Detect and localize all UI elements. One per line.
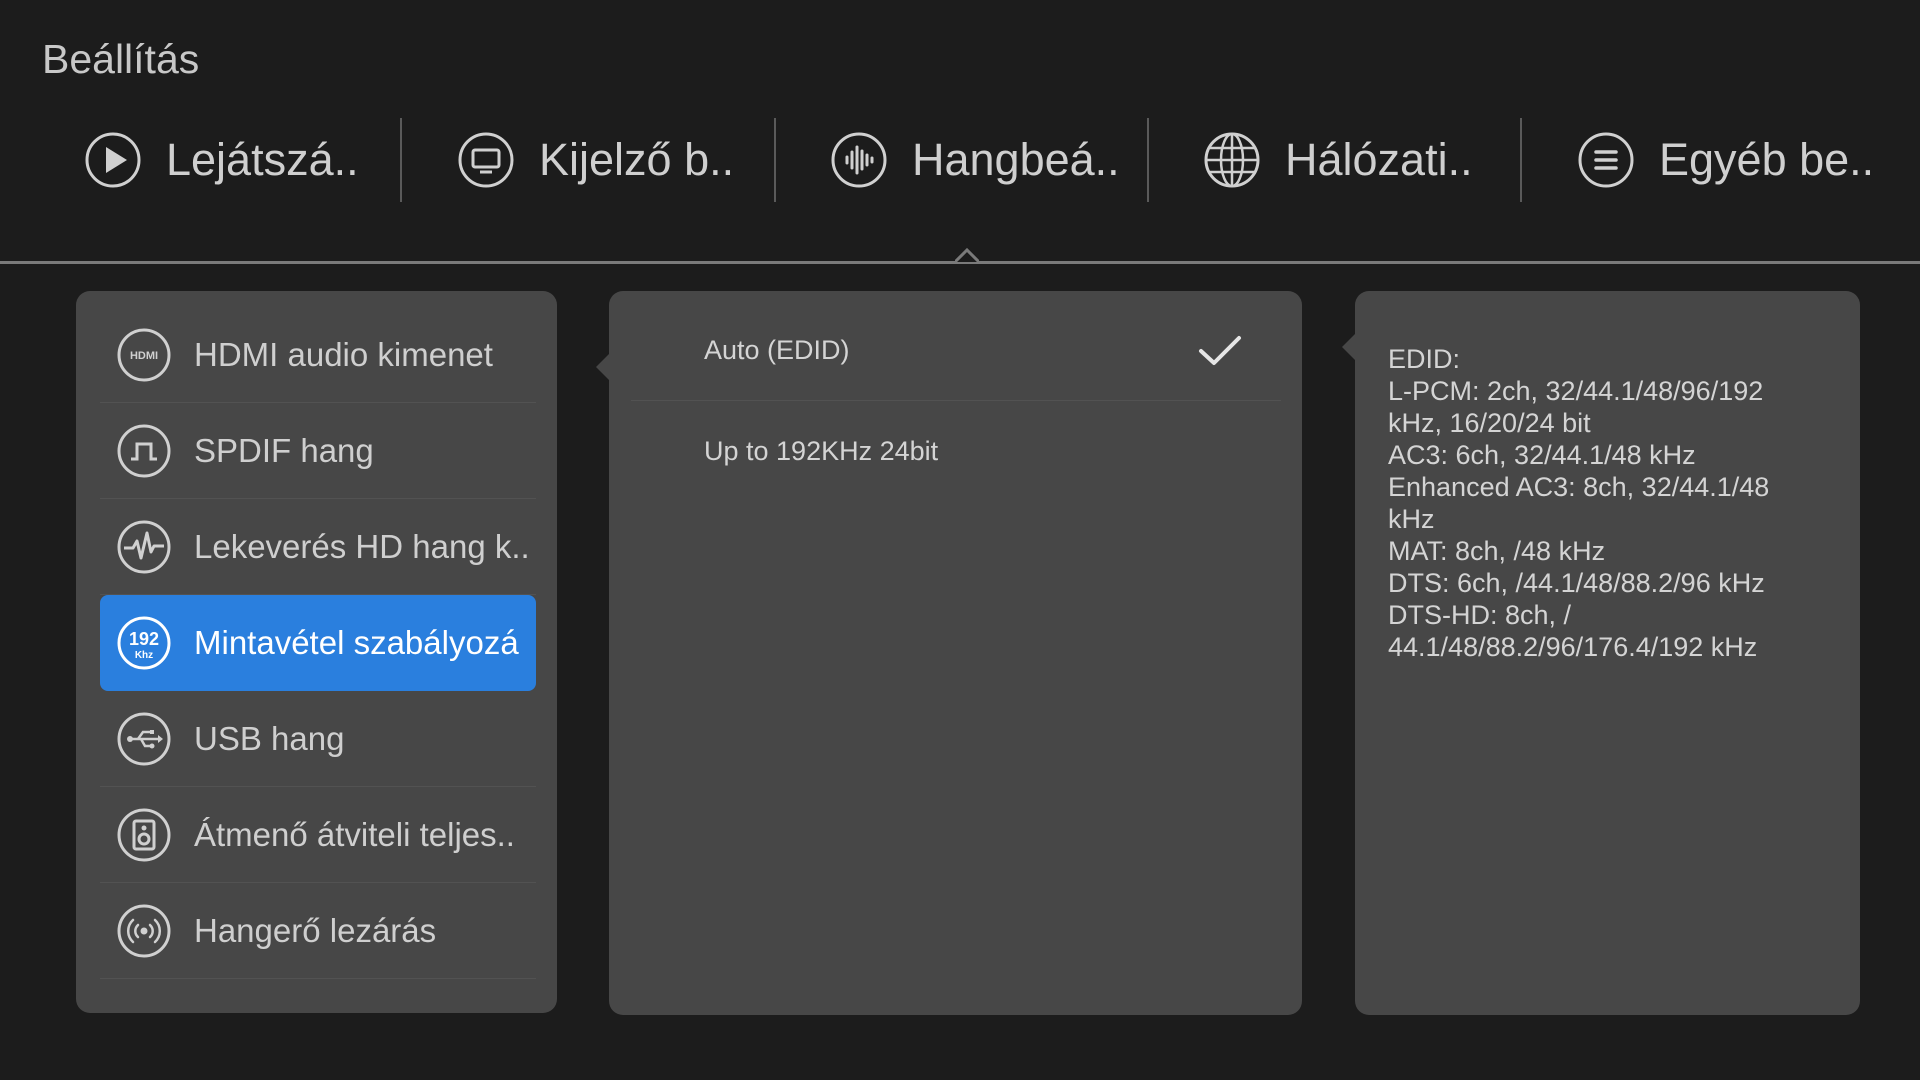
info-line: MAT: 8ch, /48 kHz xyxy=(1388,536,1606,566)
menu-item-spdif[interactable]: SPDIF hang xyxy=(100,403,536,499)
menu-item-label: Mintavétel szabályozá xyxy=(194,624,519,661)
tab-label: Hálózati.. xyxy=(1285,134,1473,185)
menu-item-hdmi-audio[interactable]: HDMI HDMI audio kimenet xyxy=(100,307,536,403)
info-line: kHz, 16/20/24 bit xyxy=(1388,408,1591,438)
sound-wave-icon xyxy=(831,132,887,188)
speaker-icon xyxy=(116,807,172,863)
info-line: DTS-HD: 8ch, / xyxy=(1388,600,1572,630)
192khz-icon: 192 Khz xyxy=(116,615,172,671)
option-192khz-24bit[interactable]: Up to 192KHz 24bit xyxy=(631,401,1281,501)
category-tabs: Lejátszá.. Kijelző b.. Hangbeá.. Hálózat… xyxy=(0,118,1920,202)
menu-item-downmix[interactable]: Lekeverés HD hang k.. xyxy=(100,499,536,595)
svg-text:HDMI: HDMI xyxy=(130,350,158,362)
svg-text:Khz: Khz xyxy=(135,650,153,661)
info-line: DTS: 6ch, /44.1/48/88.2/96 kHz xyxy=(1388,568,1765,598)
svg-text:192: 192 xyxy=(129,629,159,649)
menu-item-passthrough[interactable]: Átmenő átviteli teljes.. xyxy=(100,787,536,883)
options-pointer xyxy=(596,353,610,381)
selected-tab-indicator xyxy=(955,247,979,264)
info-line: L-PCM: 2ch, 32/44.1/48/96/192 xyxy=(1388,376,1764,406)
info-line: kHz xyxy=(1388,504,1435,534)
tab-separator xyxy=(1520,118,1522,202)
page-title: Beállítás xyxy=(42,36,200,82)
menu-item-label: Hangerő lezárás xyxy=(194,911,437,949)
tab-separator xyxy=(400,118,402,202)
hdmi-icon: HDMI xyxy=(116,327,172,383)
info-line: 44.1/48/88.2/96/176.4/192 kHz xyxy=(1388,632,1758,662)
tab-playback[interactable]: Lejátszá.. xyxy=(84,118,359,202)
menu-item-label: SPDIF hang xyxy=(194,431,374,469)
tab-label: Hangbeá.. xyxy=(912,134,1120,185)
tab-network[interactable]: Hálózati.. xyxy=(1203,118,1473,202)
monitor-icon xyxy=(458,132,514,188)
info-line: EDID: xyxy=(1388,344,1461,374)
menu-item-label: USB hang xyxy=(194,719,345,757)
info-panel: EDID: L-PCM: 2ch, 32/44.1/48/96/192 kHz,… xyxy=(1355,291,1860,1015)
play-icon xyxy=(85,132,141,188)
usb-icon xyxy=(116,711,172,767)
option-auto-edid[interactable]: Auto (EDID) xyxy=(631,301,1281,401)
check-icon xyxy=(1199,336,1241,365)
settings-menu-panel: HDMI HDMI audio kimenet SPDIF hang Lekev… xyxy=(76,291,557,1013)
info-line: AC3: 6ch, 32/44.1/48 kHz xyxy=(1388,440,1696,470)
spdif-icon xyxy=(116,423,172,479)
tab-sound[interactable]: Hangbeá.. xyxy=(830,118,1120,202)
edid-info-text: EDID: L-PCM: 2ch, 32/44.1/48/96/192 kHz,… xyxy=(1388,343,1828,663)
broadcast-icon xyxy=(116,903,172,959)
option-label: Up to 192KHz 24bit xyxy=(704,435,939,466)
tab-label: Lejátszá.. xyxy=(166,134,359,185)
waveform-icon xyxy=(116,519,172,575)
menu-item-usb-audio[interactable]: USB hang xyxy=(100,691,536,787)
tab-separator xyxy=(774,118,776,202)
tab-display[interactable]: Kijelző b.. xyxy=(457,118,734,202)
menu-lines-icon xyxy=(1578,132,1634,188)
globe-icon xyxy=(1204,132,1260,188)
tab-other[interactable]: Egyéb be.. xyxy=(1577,118,1874,202)
menu-item-label: HDMI audio kimenet xyxy=(194,335,493,373)
menu-item-sample-rate[interactable]: 192 Khz Mintavétel szabályozá xyxy=(100,595,536,691)
info-line: Enhanced AC3: 8ch, 32/44.1/48 xyxy=(1388,472,1770,502)
menu-item-volume-lock[interactable]: Hangerő lezárás xyxy=(100,883,536,979)
menu-item-label: Átmenő átviteli teljes.. xyxy=(194,815,515,853)
tab-label: Kijelző b.. xyxy=(539,134,735,185)
option-label: Auto (EDID) xyxy=(704,335,850,365)
options-panel: Auto (EDID) Up to 192KHz 24bit xyxy=(609,291,1302,1015)
menu-item-label: Lekeverés HD hang k.. xyxy=(194,527,530,565)
tab-separator xyxy=(1147,118,1149,202)
info-pointer xyxy=(1342,333,1356,361)
tab-label: Egyéb be.. xyxy=(1659,134,1875,185)
